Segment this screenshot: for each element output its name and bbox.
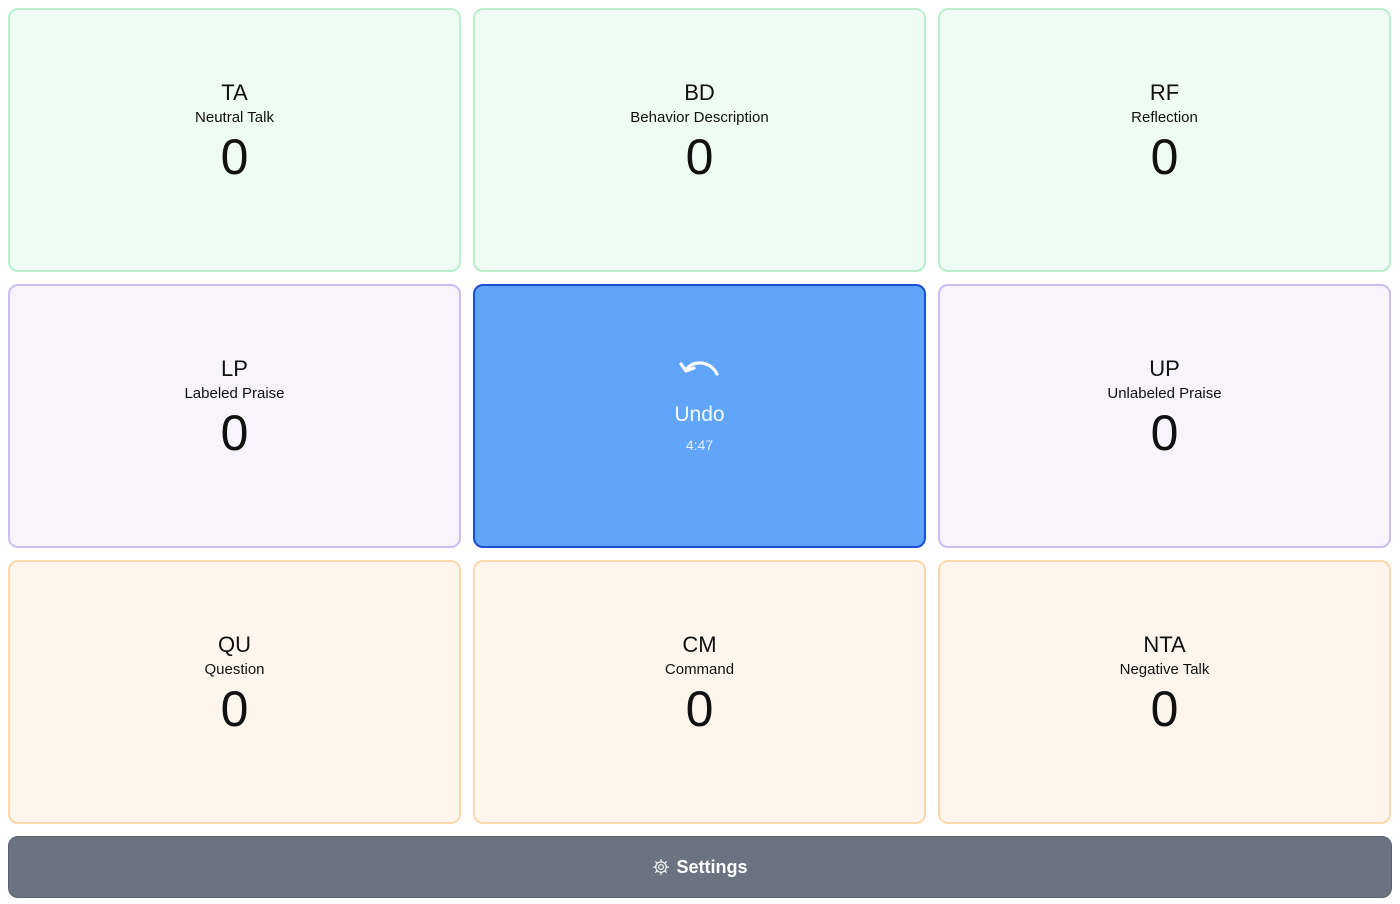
tile-label: Labeled Praise xyxy=(184,385,285,402)
tile-label: Command xyxy=(664,661,735,678)
tile-count: 0 xyxy=(220,405,249,461)
gear-icon xyxy=(653,858,670,876)
tile-unlabeled-praise[interactable]: UP Unlabeled Praise 0 xyxy=(938,284,1391,548)
tile-count: 0 xyxy=(1150,681,1179,737)
tile-labeled-praise[interactable]: LP Labeled Praise 0 xyxy=(8,284,461,548)
settings-button[interactable]: Settings xyxy=(8,836,1392,898)
tile-count: 0 xyxy=(220,681,249,737)
undo-button[interactable]: Undo 4:47 xyxy=(473,284,926,548)
tile-count: 0 xyxy=(1150,405,1179,461)
tile-reflection[interactable]: RF Reflection 0 xyxy=(938,8,1391,272)
tile-label: Negative Talk xyxy=(1119,661,1210,678)
tile-label: Unlabeled Praise xyxy=(1107,385,1222,402)
tile-neutral-talk[interactable]: TA Neutral Talk 0 xyxy=(8,8,461,272)
undo-arrow-icon xyxy=(678,361,719,376)
session-timer: 4:47 xyxy=(685,437,714,453)
undo-label: Undo xyxy=(674,403,725,426)
tile-label: Question xyxy=(204,661,265,678)
tile-code: CM xyxy=(682,632,717,657)
tile-code: RF xyxy=(1149,80,1180,105)
tile-negative-talk[interactable]: NTA Negative Talk 0 xyxy=(938,560,1391,824)
settings-label: Settings xyxy=(676,856,748,877)
tile-question[interactable]: QU Question 0 xyxy=(8,560,461,824)
tile-command[interactable]: CM Command 0 xyxy=(473,560,926,824)
tile-label: Behavior Description xyxy=(630,109,769,126)
tile-code: QU xyxy=(218,632,251,657)
tile-code: TA xyxy=(221,80,248,105)
tile-label: Reflection xyxy=(1131,109,1198,126)
tile-behavior-description[interactable]: BD Behavior Description 0 xyxy=(473,8,926,272)
tile-code: UP xyxy=(1149,356,1180,381)
tile-code: BD xyxy=(684,80,715,105)
tile-count: 0 xyxy=(685,129,714,185)
tile-count: 0 xyxy=(220,129,249,185)
tile-count: 0 xyxy=(685,681,714,737)
behavior-counter-grid: TA Neutral Talk 0 BD Behavior Descriptio… xyxy=(8,8,1392,825)
tile-count: 0 xyxy=(1150,129,1179,185)
tile-code: LP xyxy=(221,356,248,381)
tile-label: Neutral Talk xyxy=(195,109,274,126)
tile-code: NTA xyxy=(1143,632,1186,657)
